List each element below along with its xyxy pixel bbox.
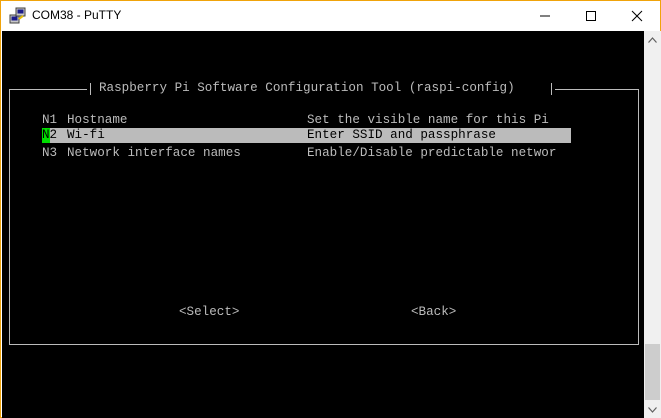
menu-item-description: Enable/Disable predictable networ [307,146,557,160]
menu-item-description: Set the visible name for this Pi [307,113,549,127]
terminal-area[interactable]: Raspberry Pi Software Configuration Tool… [2,31,644,418]
menu-item-hostname[interactable]: N1 Hostname Set the visible name for thi… [42,113,571,128]
select-button[interactable]: <Select> [179,305,239,319]
dialog-frame [9,89,10,345]
dialog-frame [9,344,639,345]
scrollbar-thumb[interactable] [645,344,660,400]
chevron-up-icon [648,36,657,43]
title-bar[interactable]: COM38 - PuTTY [1,1,660,31]
menu-item-code: N3 [42,146,58,160]
menu-item-code: N1 [42,113,58,127]
menu-item-wifi[interactable]: N2 Wi-fi Enter SSID and passphrase [42,128,571,143]
maximize-icon [586,11,596,21]
scroll-up-button[interactable] [644,31,661,48]
menu-item-name: Network interface names [67,146,241,160]
menu-item-name: Wi-fi [67,128,105,142]
close-icon [631,10,643,22]
minimize-button[interactable] [522,1,568,31]
minimize-icon [540,15,550,17]
menu-item-description: Enter SSID and passphrase [307,128,496,142]
dialog-frame [638,89,639,345]
putty-window: COM38 - PuTTY Raspberry Pi Software Conf… [0,0,661,418]
vertical-scrollbar[interactable] [644,31,661,418]
menu-item-network-interface-names[interactable]: N3 Network interface names Enable/Disabl… [42,146,571,161]
menu-item-code: N2 [42,128,58,142]
menu-item-name: Hostname [67,113,128,127]
dialog-frame [551,83,552,95]
dialog-title: Raspberry Pi Software Configuration Tool… [99,81,515,95]
window-title: COM38 - PuTTY [32,8,122,22]
scroll-down-button[interactable] [644,401,661,418]
putty-icon [9,7,26,24]
dialog-frame [90,83,91,95]
close-button[interactable] [614,1,660,31]
maximize-button[interactable] [568,1,614,31]
dialog-frame [9,89,87,90]
dialog-frame [555,89,639,90]
back-button[interactable]: <Back> [411,305,456,319]
chevron-down-icon [648,406,657,413]
